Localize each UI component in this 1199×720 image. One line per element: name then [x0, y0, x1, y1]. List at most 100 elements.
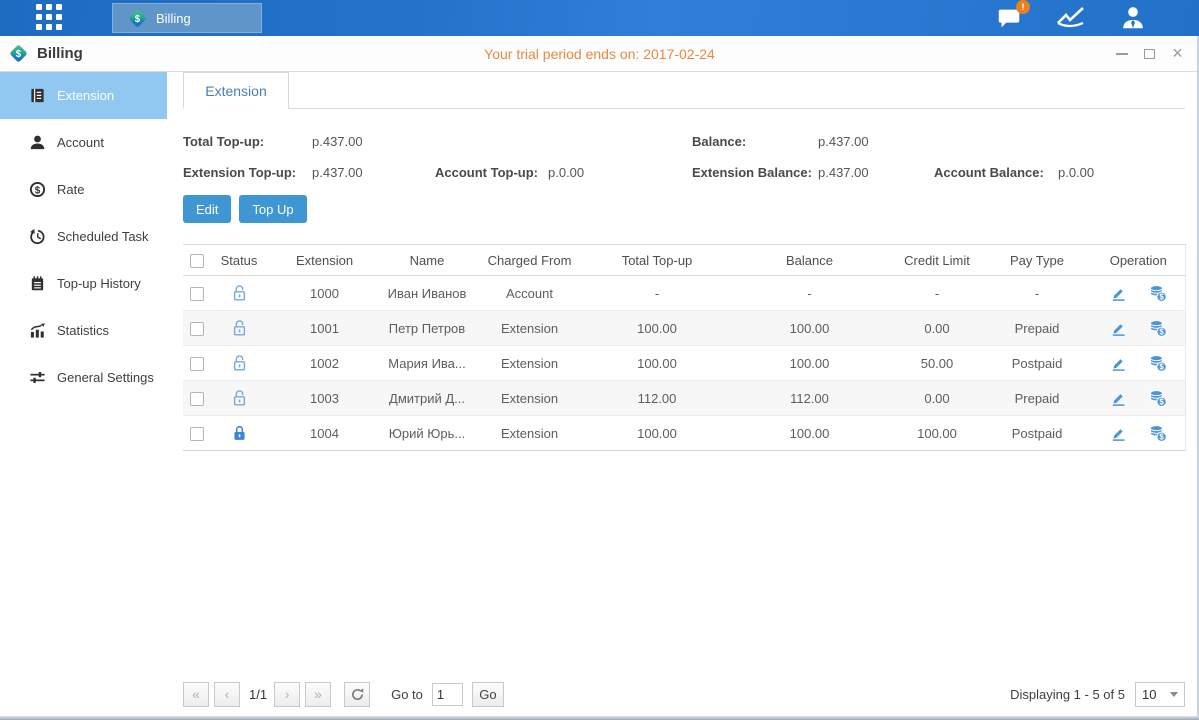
table-row: 1004 Юрий Юрь... Extension 100.00 100.00…: [183, 416, 1185, 451]
row-checkbox[interactable]: [190, 392, 204, 406]
total-topup-label: Total Top-up:: [183, 134, 312, 149]
edit-button[interactable]: Edit: [183, 195, 231, 223]
select-all-checkbox[interactable]: [190, 254, 204, 268]
taskbar-billing-tab[interactable]: $ Billing: [112, 3, 262, 33]
displaying-text: Displaying 1 - 5 of 5: [1010, 687, 1125, 702]
extension-balance-value: p.437.00: [818, 165, 934, 180]
extensions-table: Status Extension Name Charged From Total…: [183, 244, 1186, 451]
top-up-row-icon[interactable]: $: [1149, 284, 1167, 302]
edit-row-icon[interactable]: [1110, 285, 1127, 302]
lock-closed-icon: [232, 424, 247, 442]
next-page-button[interactable]: ›: [274, 682, 300, 707]
window-controls: ×: [1114, 46, 1185, 61]
column-header-name: Name: [382, 245, 472, 276]
pagination-right: Displaying 1 - 5 of 5 10: [1010, 682, 1185, 707]
notifications-icon[interactable]: !: [993, 3, 1025, 33]
cell-name: Юрий Юрь...: [382, 416, 472, 451]
page-size-select[interactable]: 10: [1135, 682, 1185, 707]
row-checkbox[interactable]: [190, 357, 204, 371]
person-icon: [29, 134, 46, 151]
sidebar-item-extension[interactable]: Extension: [0, 72, 167, 119]
top-up-button[interactable]: Top Up: [239, 195, 306, 223]
notepad-icon: [29, 275, 46, 292]
cell-pay-type: Prepaid: [982, 311, 1092, 346]
app-launcher-grid-icon[interactable]: [36, 4, 64, 32]
extension-topup-value: p.437.00: [312, 165, 435, 180]
last-page-button[interactable]: »: [305, 682, 331, 707]
cell-name: Иван Иванов: [382, 276, 472, 311]
svg-text:$: $: [1159, 398, 1164, 407]
user-account-icon[interactable]: [1117, 3, 1149, 33]
table-row: 1003 Дмитрий Д... Extension 112.00 112.0…: [183, 381, 1185, 416]
column-header-balance: Balance: [727, 245, 892, 276]
cell-total-topup: -: [587, 276, 727, 311]
balance-value: p.437.00: [818, 134, 869, 149]
cell-total-topup: 100.00: [587, 346, 727, 381]
action-buttons: Edit Top Up: [183, 195, 1185, 223]
first-page-button[interactable]: «: [183, 682, 209, 707]
window-titlebar: $ Billing Your trial period ends on: 201…: [0, 36, 1199, 72]
svg-text:$: $: [1159, 293, 1164, 302]
lock-open-icon: [232, 389, 247, 407]
sidebar-item-label: Top-up History: [57, 276, 141, 291]
prev-page-button[interactable]: ‹: [214, 682, 240, 707]
table-row: 1002 Мария Ива... Extension 100.00 100.0…: [183, 346, 1185, 381]
row-checkbox[interactable]: [190, 322, 204, 336]
account-balance-value: p.0.00: [1058, 165, 1094, 180]
cell-pay-type: Postpaid: [982, 416, 1092, 451]
content-spacer: [183, 451, 1185, 672]
sidebar-item-label: Rate: [57, 182, 84, 197]
billing-summary: Total Top-up: p.437.00 Balance: p.437.00…: [183, 126, 1185, 188]
summary-row-1: Total Top-up: p.437.00 Balance: p.437.00: [183, 126, 1185, 157]
edit-row-icon[interactable]: [1110, 390, 1127, 407]
cell-balance: 100.00: [727, 311, 892, 346]
sidebar-item-rate[interactable]: $ Rate: [0, 166, 167, 213]
cell-extension: 1001: [267, 311, 382, 346]
row-checkbox[interactable]: [190, 427, 204, 441]
svg-text:$: $: [1159, 433, 1164, 442]
sidebar-item-scheduled-task[interactable]: Scheduled Task: [0, 213, 167, 260]
table-row: 1000 Иван Иванов Account - - - - $: [183, 276, 1185, 311]
cell-credit-limit: 0.00: [892, 311, 982, 346]
cell-balance: 100.00: [727, 346, 892, 381]
top-up-row-icon[interactable]: $: [1149, 319, 1167, 337]
maximize-button[interactable]: [1142, 46, 1157, 61]
lock-open-icon: [232, 354, 247, 372]
taskbar-tab-label: Billing: [156, 11, 191, 26]
cell-pay-type: Prepaid: [982, 381, 1092, 416]
tab-extension[interactable]: Extension: [183, 72, 289, 109]
edit-row-icon[interactable]: [1110, 425, 1127, 442]
lock-open-icon: [232, 284, 247, 302]
cell-credit-limit: -: [892, 276, 982, 311]
cell-extension: 1000: [267, 276, 382, 311]
row-checkbox[interactable]: [190, 287, 204, 301]
cell-extension: 1004: [267, 416, 382, 451]
goto-page-input[interactable]: [432, 683, 463, 706]
lock-open-icon: [232, 319, 247, 337]
go-button[interactable]: Go: [472, 682, 504, 707]
bar-chart-icon: [29, 322, 46, 339]
refresh-button[interactable]: [344, 682, 370, 707]
top-up-row-icon[interactable]: $: [1149, 354, 1167, 372]
top-up-row-icon[interactable]: $: [1149, 389, 1167, 407]
total-topup-value: p.437.00: [312, 134, 692, 149]
edit-row-icon[interactable]: [1110, 355, 1127, 372]
cell-name: Мария Ива...: [382, 346, 472, 381]
sidebar-item-label: Scheduled Task: [57, 229, 149, 244]
column-header-status: Status: [211, 245, 267, 276]
edit-row-icon[interactable]: [1110, 320, 1127, 337]
table-header-row: Status Extension Name Charged From Total…: [183, 245, 1185, 276]
minimize-button[interactable]: [1114, 46, 1129, 61]
trial-notice: Your trial period ends on: 2017-02-24: [484, 46, 715, 62]
resource-monitor-icon[interactable]: [1055, 3, 1087, 33]
top-up-row-icon[interactable]: $: [1149, 424, 1167, 442]
sidebar-item-topup-history[interactable]: Top-up History: [0, 260, 167, 307]
sidebar-item-general-settings[interactable]: General Settings: [0, 354, 167, 401]
sidebar-item-account[interactable]: Account: [0, 119, 167, 166]
column-header-total-topup: Total Top-up: [587, 245, 727, 276]
extension-topup-label: Extension Top-up:: [183, 165, 312, 180]
billing-diamond-icon: $: [127, 8, 148, 29]
svg-text:$: $: [35, 185, 41, 196]
sidebar-item-statistics[interactable]: Statistics: [0, 307, 167, 354]
close-button[interactable]: ×: [1170, 46, 1185, 61]
